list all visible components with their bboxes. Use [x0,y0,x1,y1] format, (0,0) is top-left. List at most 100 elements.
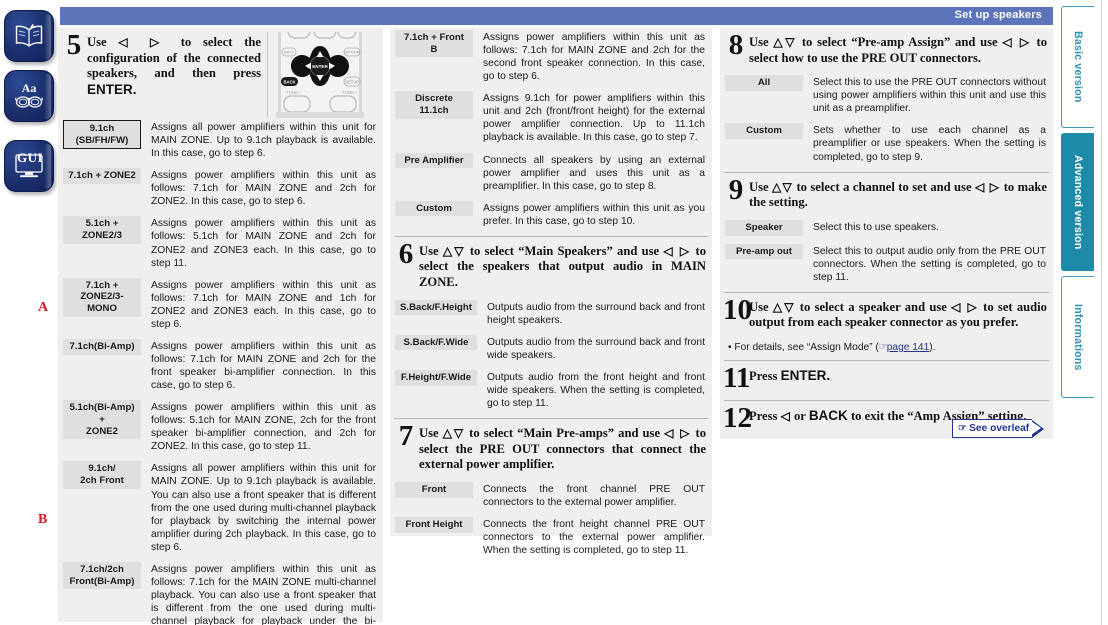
option-description: Assigns power amplifiers within this uni… [151,279,376,330]
aa-glasses-icon: Aa [12,79,46,113]
option-label-text: S.Back/F.Wide [395,334,477,351]
option-row: 7.1ch/2ch Front(Bi-Amp) Assigns power ampl… [58,560,383,625]
option-description: Assigns 9.1ch for power amplifiers withi… [483,93,705,144]
option-row: 5.1ch(Bi-Amp) + ZONE2 Assigns power amplif… [58,398,383,459]
step-number: 8 [728,29,744,61]
option-label-text: 7.1ch + ZONE2/3-MONO [63,277,141,317]
svg-text:BACK: BACK [283,79,295,84]
up-down-arrows-icon: △▽ [772,179,794,194]
option-label[interactable]: F.Height/F.Wide [390,368,482,416]
option-description: Select this to output audio only from th… [813,245,1046,283]
left-right-arrows-icon: ◁ ▷ [1002,35,1032,49]
option-label[interactable]: Front Height [390,515,478,563]
option-label[interactable]: Pre Amplifier [390,151,478,199]
note-prefix: • For details, see “Assign Mode” ( [728,341,879,353]
tab-rail-divider [1101,0,1102,625]
option-label[interactable]: S.Back/F.Height [390,298,482,333]
step-9-heading: 9 Use △▽ to select a channel to set and … [720,172,1053,218]
book-icon-button[interactable] [4,10,54,62]
svg-text:TUNE +: TUNE + [342,90,358,95]
option-label-text: S.Back/F.Height [395,299,477,316]
header-bar: Set up speakers [60,7,1053,25]
see-overleaf-button[interactable]: ☞ See overleaf [952,419,1045,438]
option-label[interactable]: 5.1ch(Bi-Amp) + ZONE2 [58,398,146,459]
option-description: Outputs audio from the surround back and… [486,336,705,361]
option-label[interactable]: 7.1ch + Front B [390,28,478,89]
option-row: All Select this to use the PRE OUT connec… [720,73,1053,121]
option-label[interactable]: 9.1ch/2ch Front [58,459,146,559]
option-label[interactable]: 7.1ch + ZONE2/3-MONO [58,276,146,337]
option-description: Connects all speakers by using an extern… [483,154,705,192]
option-label-text: 9.1ch (SB/FH/FW) [63,120,141,150]
step-text-part1: Press [749,368,781,383]
column-3: 8 Use △▽ to select “Pre-amp Assign” and … [720,28,1053,439]
step-number: 11 [723,361,751,394]
option-row: 9.1ch (SB/FH/FW) Assigns all power amplifi… [58,118,383,166]
option-label[interactable]: 7.1ch/2ch Front(Bi-Amp) [58,560,146,625]
option-description: Assigns power amplifiers within this uni… [151,218,376,269]
option-label[interactable]: Speaker [720,218,808,242]
option-description: Connects the front channel PRE OUT conne… [483,483,705,508]
book-icon [14,24,44,48]
step-number: 7 [398,420,414,453]
option-label[interactable]: S.Back/F.Wide [390,333,482,368]
option-description: Assigns power amplifiers within this uni… [483,32,705,83]
back-keyword: BACK [808,408,848,424]
step-8-heading: 8 Use △▽ to select “Pre-amp Assign” and … [720,28,1053,74]
option-label[interactable]: 9.1ch (SB/FH/FW) [58,118,146,166]
assign-mode-page-link[interactable]: page 141 [887,342,930,353]
step-text-part2: to select “Main Speakers” and use [465,243,664,258]
amp-assign-options-table-2: 7.1ch + Front B Assigns power amplifiers … [390,28,712,234]
option-label[interactable]: Custom [720,121,808,169]
option-row: Pre-amp out Select this to output audio o… [720,242,1053,290]
left-right-arrows-icon: ◁ ▷ [118,35,169,49]
option-label[interactable]: 5.1ch + ZONE2/3 [58,214,146,275]
option-row: Front Height Connects the front height ch… [390,515,712,563]
step-text: Use △▽ to select a channel to set and us… [749,180,1047,211]
channel-setting-options-table: Speaker Select this to use speakers. Pre-a… [720,218,1053,290]
option-row: 7.1ch + Front B Assigns power amplifiers … [390,28,712,89]
left-right-arrows-icon: ◁ ▷ [663,243,692,258]
option-label-text: 7.1ch + Front B [395,30,473,58]
option-label[interactable]: Pre-amp out [720,242,808,290]
tab-basic-version[interactable]: Basic version [1061,6,1094,128]
enter-keyword: ENTER. [780,367,831,383]
gui-icon-button[interactable]: GUI [4,140,54,192]
option-label-text: 7.1ch/2ch Front(Bi-Amp) [63,561,141,590]
step-text: Use △▽ to select a speaker and use ◁ ▷ t… [749,300,1047,331]
step-5: 5 Use ◁ ▷ to select the configuration of… [58,21,383,118]
option-label[interactable]: All [720,73,808,121]
option-label[interactable]: Custom [390,199,478,234]
svg-text:OPTION: OPTION [344,50,359,55]
step-text-part1: Use [749,179,773,194]
option-label-text: All [725,75,803,91]
marker-b: B [38,512,48,527]
option-description: Select this to use the PRE OUT connector… [813,77,1046,115]
option-description: Assigns power amplifiers within this uni… [151,340,376,392]
pointing-hand-icon: ☞ [878,341,888,353]
text-size-glasses-icon-button[interactable]: Aa [4,70,54,122]
step-text: Use △▽ to select “Main Speakers” and use… [419,244,706,291]
marker-a: A [38,300,49,315]
step-text-part2: to select “Main Pre-amps” and use [465,426,665,441]
option-label[interactable]: Front [390,480,478,515]
option-label[interactable]: 7.1ch + ZONE2 [58,166,146,214]
tab-informations[interactable]: Informations [1061,276,1094,398]
option-label-text: F.Height/F.Wide [395,369,477,386]
tab-label: Informations [1072,303,1084,371]
option-label[interactable]: Discrete 11.1ch [390,89,478,150]
tab-label: Basic version [1072,31,1084,103]
step-text-part2: to select a speaker and use [795,299,952,314]
option-row: 7.1ch(Bi-Amp) Assigns power amplifiers wi… [58,337,383,398]
option-description: Sets whether to use each channel as a pr… [813,125,1046,163]
option-row: Discrete 11.1ch Assigns 9.1ch for power a… [390,89,712,150]
step-text: Use ◁ ▷ to select the configuration of t… [87,35,261,99]
see-overleaf-body: ☞ See overleaf [952,419,1033,438]
step-number: 9 [728,173,744,206]
step-text-part1: Use [87,35,119,49]
svg-text:TUNE +: TUNE + [286,90,302,95]
step-text-part1: Use [749,35,774,49]
tab-advanced-version[interactable]: Advanced version [1061,133,1094,271]
left-right-arrows-icon: ◁ ▷ [951,299,979,314]
option-label[interactable]: 7.1ch(Bi-Amp) [58,337,146,398]
